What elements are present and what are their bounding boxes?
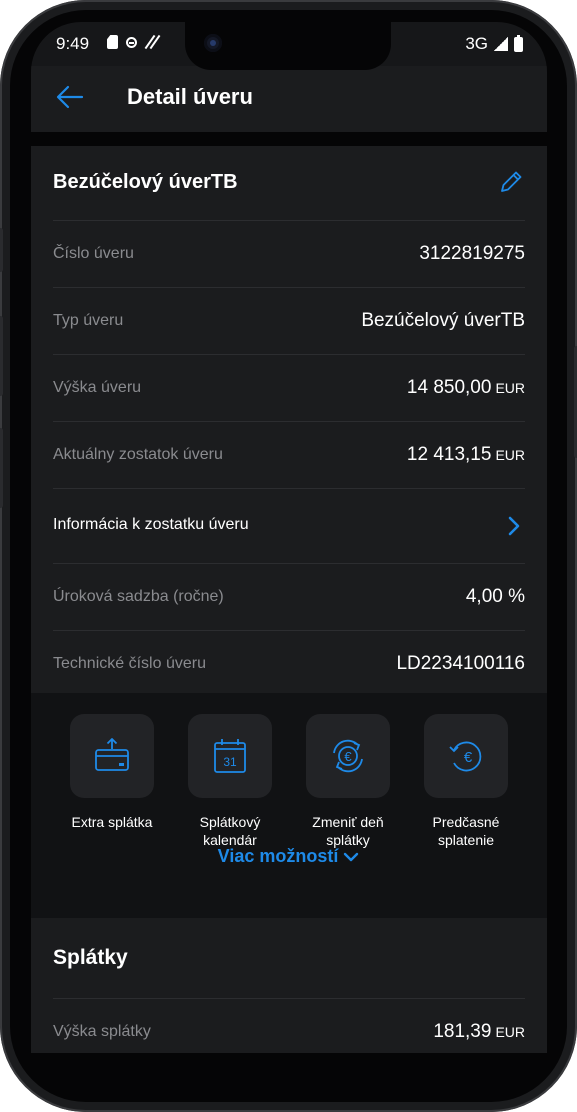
row-label: Úroková sadzba (ročne): [53, 588, 224, 605]
currency-label: EUR: [495, 447, 525, 463]
app-header: Detail úveru: [31, 66, 547, 132]
svg-text:€: €: [344, 749, 352, 764]
value-text: 4,00 %: [465, 586, 525, 607]
volume-up-button: [0, 316, 3, 396]
header-divider: [31, 132, 547, 146]
change-payment-day-action[interactable]: € Zmeniť deň splátky: [306, 714, 390, 849]
volume-down-button: [0, 428, 3, 508]
loan-amount-row: Výška úveru 14 850,00 EUR: [53, 355, 525, 422]
row-value: 181,39 EUR: [433, 1021, 525, 1043]
row-label: Výška splátky: [53, 1023, 151, 1040]
status-notification-icons: [107, 35, 159, 49]
value-text: 181,39: [433, 1021, 492, 1042]
quick-actions: Extra splátka 31 Splátkový kalendár € Zm…: [31, 693, 547, 918]
back-arrow-icon[interactable]: [53, 80, 87, 114]
label-line: Extra splátka: [71, 814, 153, 830]
installments-card: Splátky Výška splátky 181,39 EUR: [31, 918, 547, 1053]
row-value: Bezúčelový úverTB: [361, 310, 525, 332]
euro-cycle-icon: €: [333, 739, 363, 773]
row-value: 3122819275: [419, 243, 525, 265]
svg-text:€: €: [464, 749, 473, 766]
action-tile[interactable]: €: [424, 714, 508, 798]
row-value: 4,00 %: [466, 586, 525, 608]
action-tile[interactable]: 31: [188, 714, 272, 798]
sim-card-icon: [107, 35, 118, 49]
interest-rate-row: Úroková sadzba (ročne) 4,00 %: [53, 564, 525, 631]
network-type: 3G: [465, 34, 488, 53]
currency-label: EUR: [495, 1024, 525, 1040]
signal-icon: [494, 37, 508, 51]
battery-icon: [514, 34, 523, 52]
page-title: Detail úveru: [127, 84, 253, 109]
installments-header: Splátky: [53, 918, 525, 999]
row-label: Aktuálny zostatok úveru: [53, 446, 223, 463]
notification-icon: [126, 36, 137, 48]
installment-amount-row: Výška splátky 181,39 EUR: [53, 999, 525, 1053]
loan-name-row: Bezúčelový úverTB: [53, 146, 525, 221]
value-text: LD2234100116: [396, 653, 525, 674]
row-label: Číslo úveru: [53, 245, 134, 262]
status-right-icons: 3G: [465, 34, 523, 54]
more-options-label: Viac možností: [217, 846, 339, 866]
label-line: Predčasné: [432, 814, 500, 830]
label-line: Zmeniť deň: [312, 814, 384, 830]
action-label: Extra splátka: [62, 813, 162, 831]
status-time: 9:49: [56, 34, 90, 53]
action-label: Predčasné splatenie: [416, 813, 516, 849]
action-label: Zmeniť deň splátky: [298, 813, 398, 849]
row-label: Typ úveru: [53, 312, 124, 329]
action-tile[interactable]: €: [306, 714, 390, 798]
currency-label: EUR: [495, 380, 525, 396]
euro-return-icon: €: [449, 741, 482, 772]
chevron-down-icon: [344, 853, 359, 862]
row-value: LD2234100116: [396, 653, 525, 675]
side-button: [0, 228, 3, 272]
calendar-icon: 31: [214, 739, 246, 773]
extra-payment-action[interactable]: Extra splátka: [70, 714, 154, 831]
label-line: Splátkový: [199, 814, 261, 830]
camera-icon: [204, 34, 222, 52]
loan-balance-row: Aktuálny zostatok úveru 12 413,15 EUR: [53, 422, 525, 489]
loan-detail-card: Bezúčelový úverTB Číslo úveru 3122819275…: [31, 146, 547, 697]
row-label: Výška úveru: [53, 379, 142, 396]
action-label: Splátkový kalendár: [180, 813, 280, 849]
row-label: Technické číslo úveru: [53, 655, 206, 672]
calendar-day: 31: [223, 755, 237, 769]
loan-number-row: Číslo úveru 3122819275: [53, 221, 525, 288]
payment-calendar-action[interactable]: 31 Splátkový kalendár: [188, 714, 272, 849]
value-text: 3122819275: [419, 243, 525, 264]
row-value: 12 413,15 EUR: [407, 444, 525, 466]
screen: 9:49 3G Detail úveru Bezúčelový úverTB Č…: [31, 22, 547, 1053]
value-text: 12 413,15: [406, 444, 492, 465]
row-value: 14 850,00 EUR: [407, 377, 525, 399]
chevron-right-icon: [508, 516, 520, 536]
early-repayment-action[interactable]: € Predčasné splatenie: [424, 714, 508, 849]
section-title: Splátky: [53, 946, 128, 969]
loan-name: Bezúčelový úverTB: [53, 171, 238, 193]
more-options-button[interactable]: Viac možností: [31, 846, 547, 867]
balance-info-link[interactable]: Informácia k zostatku úveru: [53, 489, 525, 564]
technical-number-row: Technické číslo úveru LD2234100116: [53, 631, 525, 697]
pencil-icon[interactable]: [497, 168, 525, 196]
bottom-bezel: [31, 1053, 547, 1061]
loan-type-row: Typ úveru Bezúčelový úverTB: [53, 288, 525, 355]
no-wifi-icon: [145, 35, 159, 49]
card-upload-icon: [95, 738, 129, 771]
value-text: Bezúčelový úverTB: [361, 310, 525, 331]
action-tile[interactable]: [70, 714, 154, 798]
value-text: 14 850,00: [406, 377, 492, 398]
link-label: Informácia k zostatku úveru: [53, 516, 249, 533]
